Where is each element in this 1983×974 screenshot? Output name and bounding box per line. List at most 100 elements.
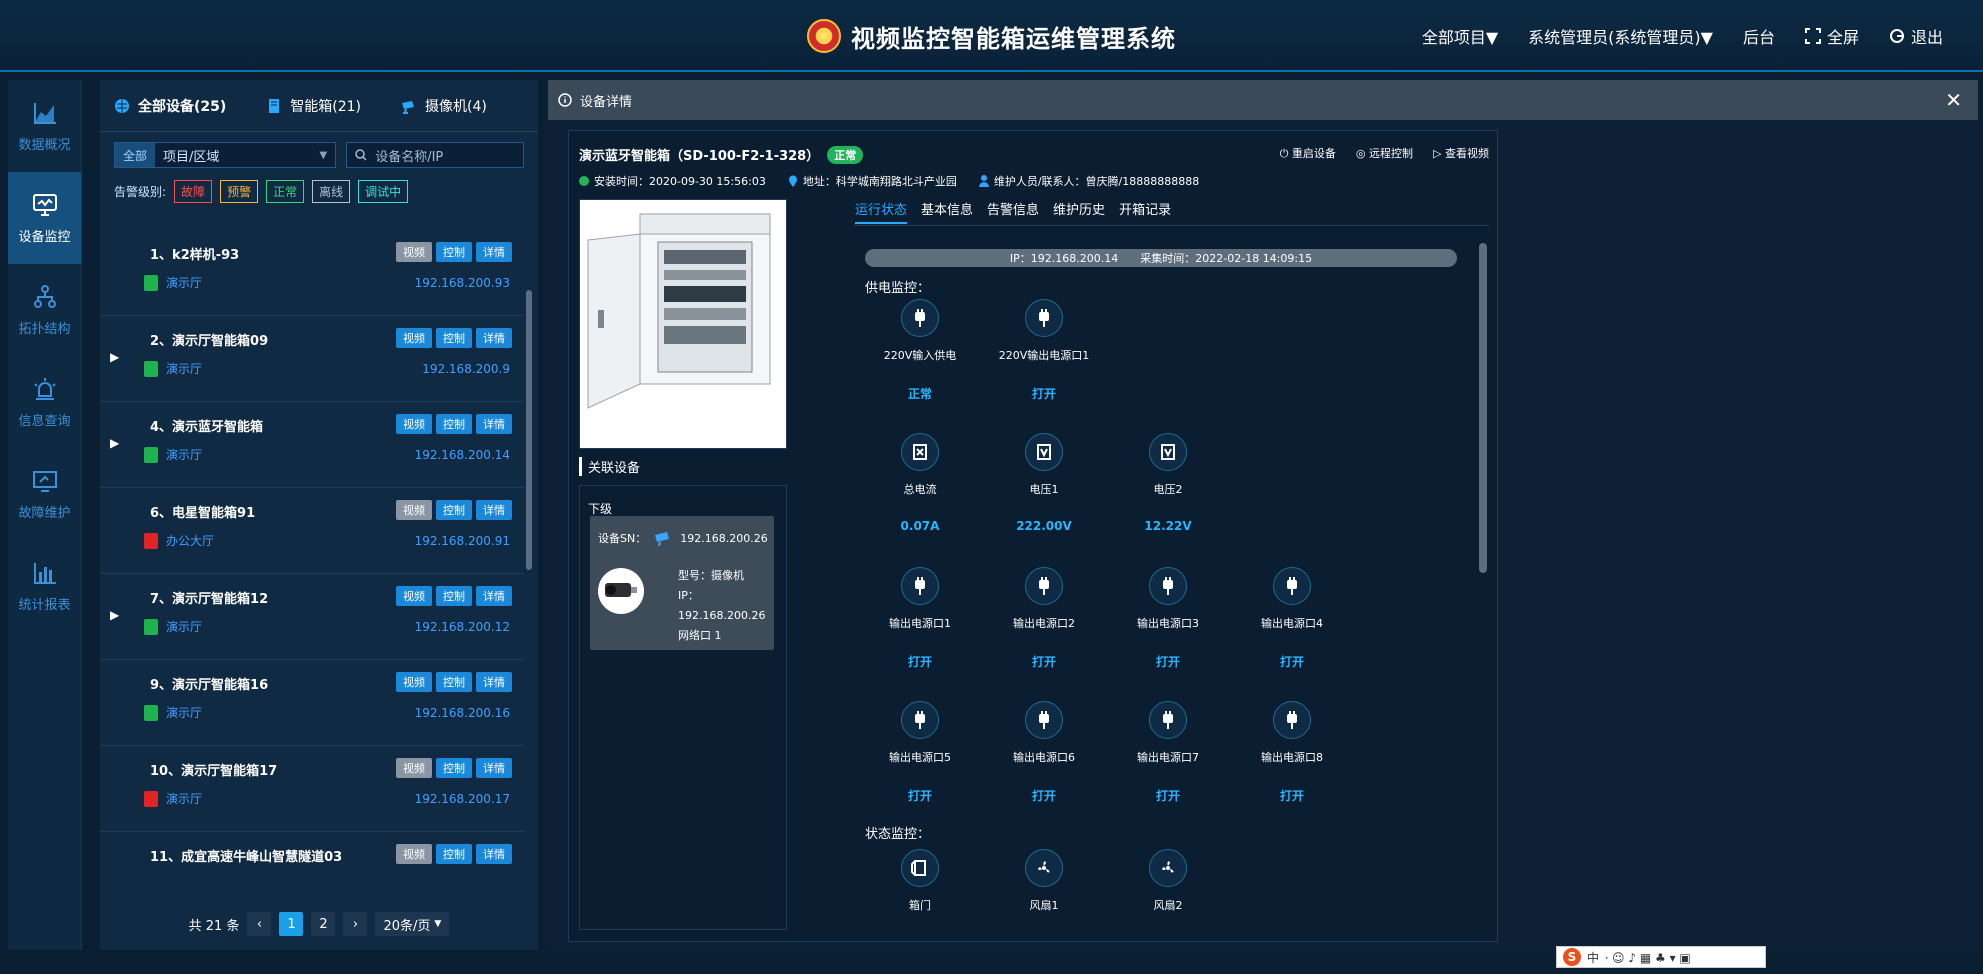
nav-user-menu[interactable]: 系统管理员(系统管理员)▼ — [1528, 24, 1713, 48]
search-input[interactable]: 设备名称/IP — [346, 142, 524, 168]
video-button[interactable]: 视频 — [396, 586, 432, 606]
pager-page-2[interactable]: 2 — [311, 912, 336, 936]
nav-backend[interactable]: 后台 — [1743, 24, 1775, 48]
level-normal[interactable]: 正常 — [266, 180, 305, 203]
video-button[interactable]: 视频 — [396, 500, 432, 520]
power-monitor-cell: 输出电源口5 打开 — [855, 701, 985, 804]
logout-icon — [1889, 29, 1904, 43]
rail-item-overview[interactable]: 数据概况 — [8, 80, 81, 172]
tab-maint-history[interactable]: 维护历史 — [1053, 199, 1105, 224]
detail-button[interactable]: 详情 — [476, 500, 512, 520]
remote-control-button[interactable]: ◎ 远程控制 — [1356, 145, 1413, 161]
pager-page-1[interactable]: 1 — [279, 912, 304, 936]
detail-button[interactable]: 详情 — [476, 844, 512, 864]
rail-item-topology[interactable]: 拓扑结构 — [8, 264, 81, 356]
video-button[interactable]: 视频 — [396, 242, 432, 262]
device-ip: 192.168.200.16 — [414, 706, 510, 720]
control-button[interactable]: 控制 — [436, 414, 472, 434]
detail-button[interactable]: 详情 — [476, 414, 512, 434]
control-button[interactable]: 控制 — [436, 328, 472, 348]
nav-fullscreen[interactable]: 全屏 — [1804, 24, 1859, 48]
tab-camera[interactable]: 摄像机(4) — [401, 96, 487, 116]
video-button[interactable]: 视频 — [396, 758, 432, 778]
monitor-label: 输出电源口2 — [1013, 617, 1075, 630]
level-offline[interactable]: 离线 — [312, 180, 351, 203]
table-row[interactable]: 1、k2样机-93 视频 控制 详情 演示厅 192.168.200.93 — [100, 230, 524, 316]
video-button[interactable]: 视频 — [396, 414, 432, 434]
region-select[interactable]: 全部 项目/区域 ▼ — [114, 142, 337, 168]
address: 地址：科学城南翔路北斗产业园 — [802, 175, 957, 188]
monitor-value: 打开 — [1031, 387, 1056, 401]
table-row[interactable]: ▶ 7、演示厅智能箱12 视频 控制 详情 演示厅 192.168.200.12 — [100, 574, 524, 660]
tab-alarm-info[interactable]: 告警信息 — [987, 199, 1039, 224]
nav-project-select[interactable]: 全部项目▼ — [1422, 24, 1498, 48]
detail-button[interactable]: 详情 — [476, 586, 512, 606]
expand-arrow-icon[interactable]: ▶ — [110, 350, 119, 364]
nav-logout[interactable]: 退出 — [1889, 24, 1943, 48]
video-button[interactable]: 视频 — [396, 672, 432, 692]
detail-button[interactable]: 详情 — [476, 242, 512, 262]
status-monitor-cell: 风扇2 — [1103, 849, 1233, 913]
tab-open-records[interactable]: 开箱记录 — [1119, 199, 1171, 224]
control-button[interactable]: 控制 — [436, 672, 472, 692]
pager-prev-button[interactable]: ‹ — [247, 912, 272, 936]
device-list: 1、k2样机-93 视频 控制 详情 演示厅 192.168.200.93 ▶ 2、… — [100, 230, 524, 870]
table-row[interactable]: 9、演示厅智能箱16 视频 控制 详情 演示厅 192.168.200.16 — [100, 660, 524, 746]
status-monitor-cell: 箱门 — [855, 849, 985, 913]
tab-all-devices[interactable]: 全部设备(25) — [114, 96, 226, 116]
table-row[interactable]: ▶ 4、演示蓝牙智能箱 视频 控制 详情 演示厅 192.168.200.14 — [100, 402, 524, 488]
pager-next-button[interactable]: › — [343, 912, 368, 936]
monitor-value: 打开 — [1155, 789, 1180, 803]
power-monitor-cell: 输出电源口7 打开 — [1103, 701, 1233, 804]
control-button[interactable]: 控制 — [436, 844, 472, 864]
device-name: 6、电星智能箱91 — [150, 506, 256, 521]
table-row[interactable]: 6、电星智能箱91 视频 控制 详情 办公大厅 192.168.200.91 — [100, 488, 524, 574]
detail-button[interactable]: 详情 — [476, 672, 512, 692]
list-scrollbar[interactable] — [526, 290, 532, 570]
expand-arrow-icon[interactable]: ▶ — [110, 608, 119, 622]
tab-run-status[interactable]: 运行状态 — [855, 199, 908, 224]
rail-item-reports[interactable]: 统计报表 — [8, 540, 81, 632]
control-button[interactable]: 控制 — [436, 242, 472, 262]
plug-icon — [1273, 567, 1311, 605]
tab-basic-info[interactable]: 基本信息 — [921, 199, 973, 224]
collect-time: 采集时间：2022-02-18 14:09:15 — [1140, 252, 1313, 265]
control-button[interactable]: 控制 — [436, 500, 472, 520]
device-location: 办公大厅 — [144, 532, 214, 549]
tab-smart-box[interactable]: 智能箱(21) — [266, 96, 361, 116]
page-size-select[interactable]: 20条/页 ▼ — [375, 912, 450, 936]
view-video-button[interactable]: ▷ 查看视频 — [1433, 145, 1489, 161]
level-fault[interactable]: 故障 — [174, 180, 213, 203]
camera-thumbnail — [598, 568, 644, 614]
ime-toolbar[interactable]: S 中 ⸱ ☺ ♪ ▦ ♣ ▾ ▣ — [1556, 946, 1766, 968]
control-button[interactable]: 控制 — [436, 586, 472, 606]
expand-arrow-icon[interactable]: ▶ — [110, 436, 119, 450]
ip-bar: IP：192.168.200.14 采集时间：2022-02-18 14:09:… — [865, 249, 1457, 267]
control-button[interactable]: 控制 — [436, 758, 472, 778]
level-warning[interactable]: 预警 — [220, 180, 259, 203]
detail-button[interactable]: 详情 — [476, 328, 512, 348]
info-icon — [558, 93, 572, 107]
filter-tag-all[interactable]: 全部 — [115, 143, 156, 167]
fan-icon — [1149, 849, 1187, 887]
modal-header: 设备详情 ✕ — [548, 80, 1978, 120]
table-row[interactable]: ▶ 2、演示厅智能箱09 视频 控制 详情 演示厅 192.168.200.9 — [100, 316, 524, 402]
detail-button[interactable]: 详情 — [476, 758, 512, 778]
restart-button[interactable]: ⏻ 重启设备 — [1280, 145, 1336, 161]
detail-scrollbar[interactable] — [1479, 243, 1487, 573]
table-row[interactable]: 11、成宜高速牛峰山智慧隧道03 视频 控制 详情 成宜高速牛峰山智慧隧道 19… — [100, 832, 524, 870]
level-debugging[interactable]: 调试中 — [358, 180, 409, 203]
rail-item-fault-maint[interactable]: 故障维护 — [8, 448, 81, 540]
close-icon[interactable]: ✕ — [1945, 88, 1962, 112]
related-devices: 下级 设备SN： 192.168.200.26 型号：摄像机 IP：192.16… — [579, 485, 787, 930]
video-button[interactable]: 视频 — [396, 844, 432, 864]
table-row[interactable]: 10、演示厅智能箱17 视频 控制 详情 演示厅 192.168.200.17 — [100, 746, 524, 832]
video-button[interactable]: 视频 — [396, 328, 432, 348]
camera-icon — [402, 100, 415, 114]
related-camera-card[interactable]: 设备SN： 192.168.200.26 型号：摄像机 IP：192.168.2… — [590, 516, 774, 650]
camera-ip: IP：192.168.200.26 — [678, 589, 766, 622]
device-name: 11、成宜高速牛峰山智慧隧道03 — [150, 850, 343, 865]
rail-item-info-query[interactable]: 信息查询 — [8, 356, 81, 448]
device-location: 演示厅 — [144, 360, 202, 377]
rail-item-device-monitor[interactable]: 设备监控 — [8, 172, 81, 264]
